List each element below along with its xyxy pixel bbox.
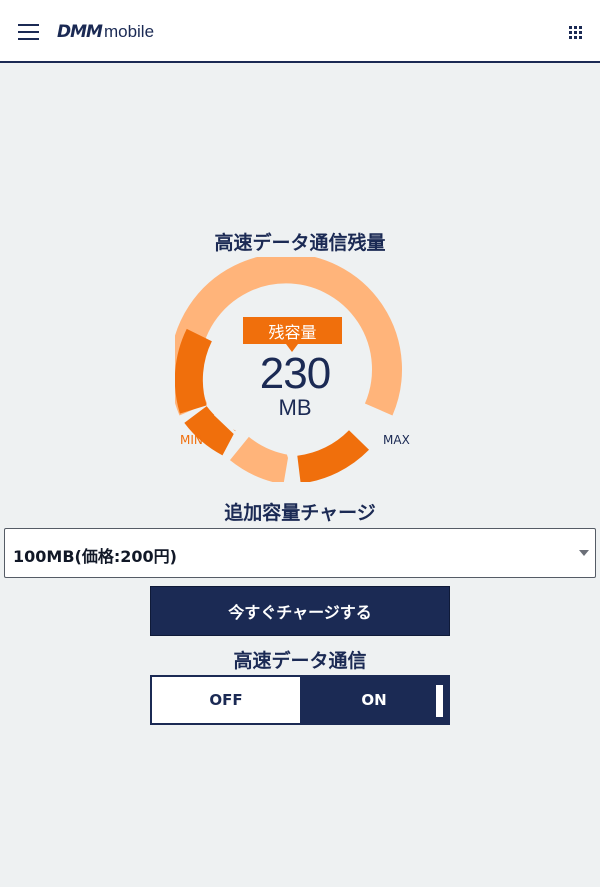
remaining-capacity-badge: 残容量 bbox=[243, 317, 342, 352]
gauge-max-label: MAX bbox=[383, 433, 410, 447]
high-speed-toggle[interactable]: OFF ON bbox=[150, 675, 450, 725]
app-header: DMM mobile bbox=[0, 0, 600, 63]
toggle-on-option[interactable]: ON bbox=[300, 677, 448, 723]
charge-amount-select[interactable]: 100MB(価格:200円) bbox=[4, 528, 596, 578]
apps-grid-icon[interactable] bbox=[569, 26, 582, 39]
logo-product: mobile bbox=[103, 22, 155, 41]
additional-charge-title: 追加容量チャージ bbox=[224, 502, 376, 524]
logo-brand: DMM bbox=[57, 22, 103, 42]
charge-amount-selected-value: 100MB(価格:200円) bbox=[13, 547, 177, 566]
gauge-crack-right bbox=[356, 425, 374, 443]
gauge-fill-left bbox=[175, 328, 213, 414]
data-remaining-title: 高速データ通信残量 bbox=[214, 232, 386, 254]
gauge-crack-bottom bbox=[286, 452, 299, 482]
toggle-off-option[interactable]: OFF bbox=[152, 677, 300, 723]
hamburger-menu-icon[interactable] bbox=[18, 24, 39, 40]
chevron-down-icon bbox=[579, 550, 589, 556]
toggle-knob[interactable] bbox=[436, 685, 443, 717]
high-speed-data-title: 高速データ通信 bbox=[233, 650, 367, 672]
remaining-capacity-unit: MB bbox=[278, 395, 312, 420]
gauge-fill-bottom bbox=[296, 429, 369, 482]
gauge-min-label: MIN bbox=[180, 433, 203, 447]
gauge-track-lower bbox=[229, 436, 290, 482]
remaining-capacity-value: 230 bbox=[259, 349, 331, 398]
charge-now-button[interactable]: 今すぐチャージする bbox=[150, 586, 450, 636]
dmm-mobile-logo[interactable]: DMM mobile bbox=[57, 19, 154, 45]
